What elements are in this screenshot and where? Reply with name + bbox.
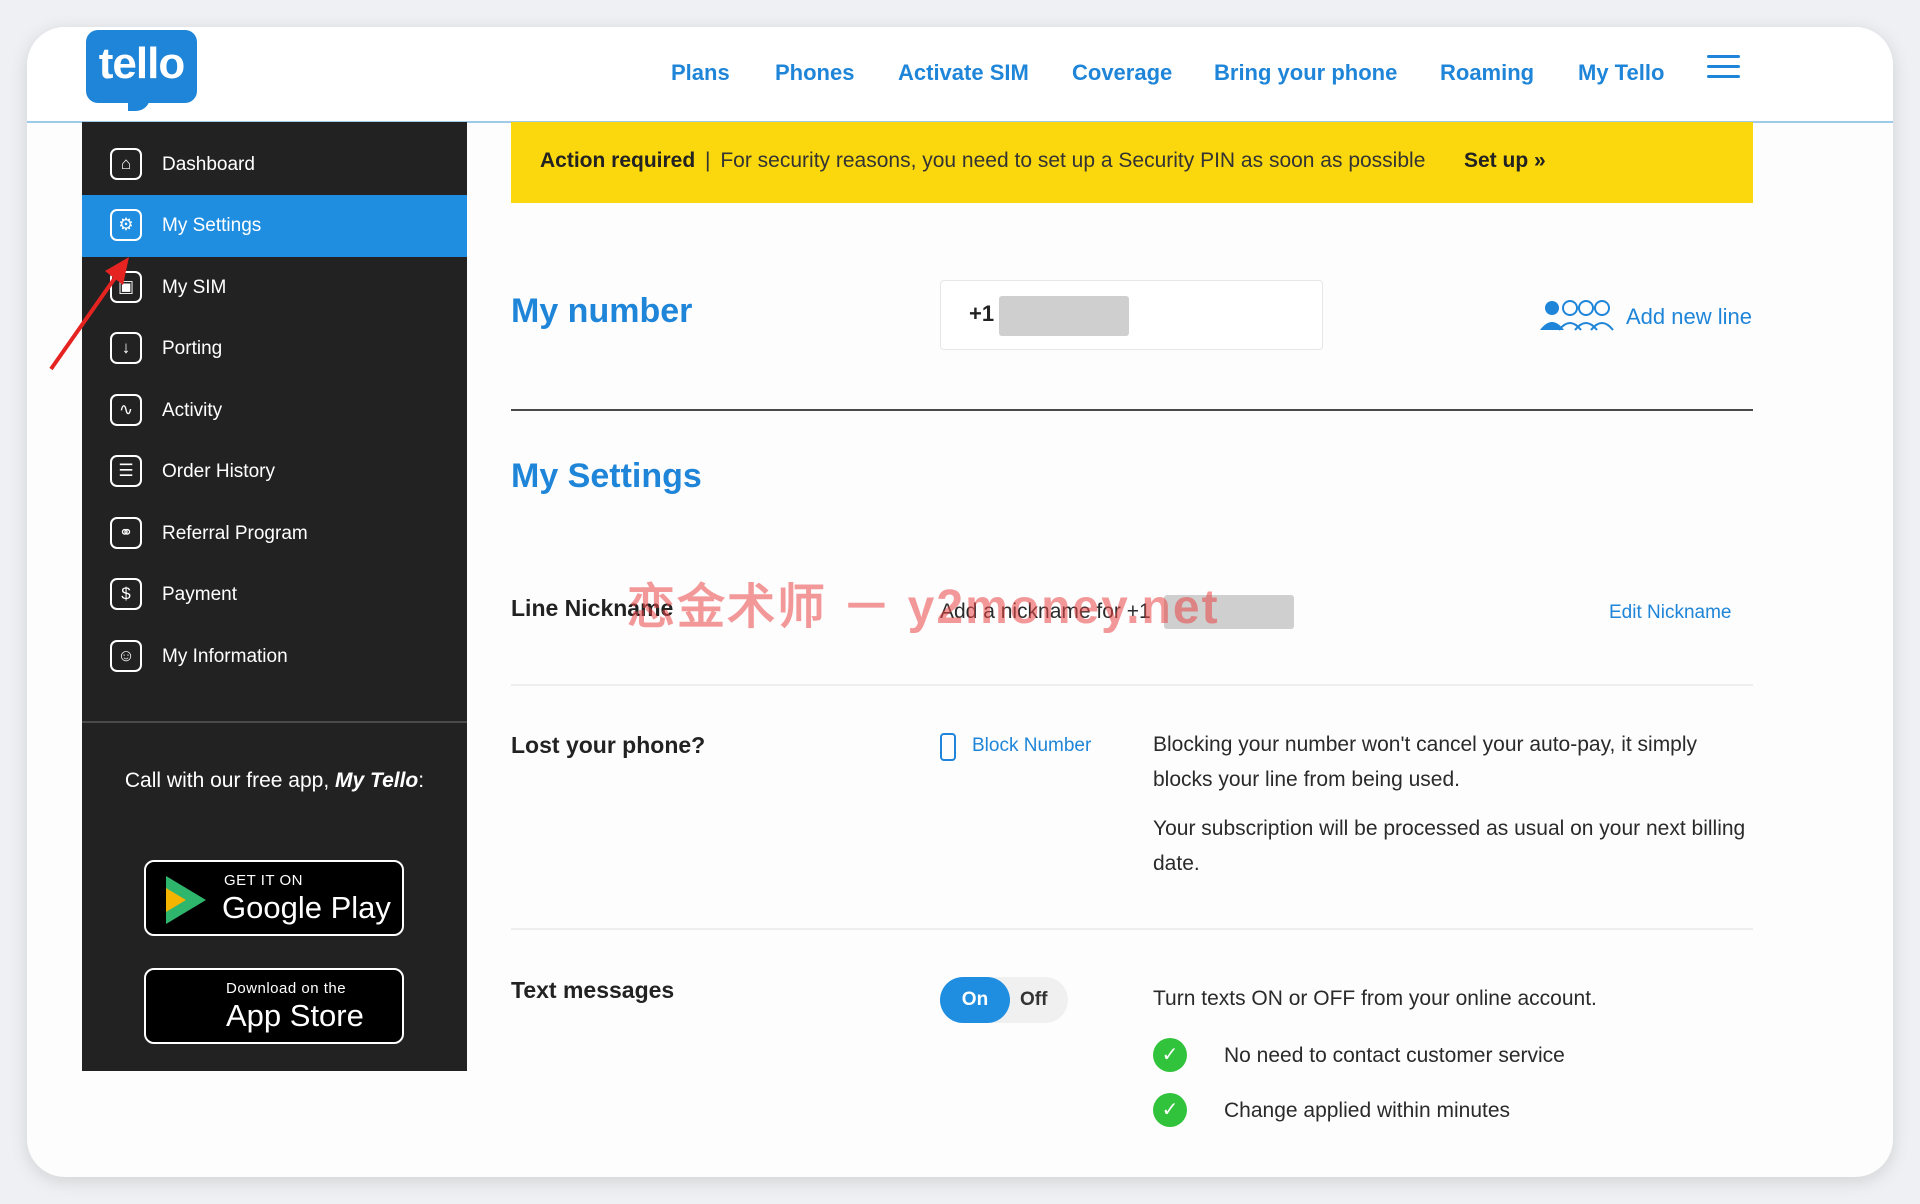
app-store-big-text: App Store: [226, 998, 364, 1033]
referral-icon: ⚭: [110, 517, 142, 549]
nav-roaming[interactable]: Roaming: [1440, 53, 1534, 93]
setup-pin-link[interactable]: Set up »: [1464, 149, 1546, 173]
nav-plans[interactable]: Plans: [671, 53, 730, 93]
sidebar-item-label: Dashboard: [162, 154, 255, 175]
google-play-button[interactable]: GET IT ON Google Play: [144, 860, 404, 936]
action-required-banner: Action required | For security reasons, …: [511, 122, 1753, 203]
main-nav: Plans Phones Activate SIM Coverage Bring…: [27, 53, 1893, 93]
settings-icon: ⚙: [110, 209, 142, 241]
check-circle-icon: ✓: [1153, 1093, 1187, 1127]
sidebar-item-label: Order History: [162, 461, 275, 482]
user-icon: ☺: [110, 640, 142, 672]
toggle-off-option[interactable]: Off: [1020, 977, 1047, 1023]
promo-prefix: Call with our free app,: [124, 769, 330, 792]
nav-bring-your-phone[interactable]: Bring your phone: [1214, 53, 1397, 93]
dashboard-icon: ⌂: [110, 148, 142, 180]
sidebar-item-label: Porting: [162, 338, 223, 359]
google-play-big-text: Google Play: [222, 890, 391, 925]
phone-number-display: +1: [940, 280, 1323, 350]
add-new-line-label: Add new line: [1626, 304, 1752, 329]
phone-icon: [940, 733, 956, 761]
promo-suffix: :: [418, 769, 425, 792]
my-settings-title: My Settings: [511, 457, 702, 495]
red-annotation-arrow: [49, 257, 129, 371]
block-number-link[interactable]: Block Number: [972, 735, 1091, 757]
multiple-users-icon: [1540, 300, 1614, 331]
promo-app-name: My Tello: [335, 769, 419, 792]
sidebar-divider: [82, 721, 467, 723]
nav-phones[interactable]: Phones: [775, 53, 854, 93]
sidebar-item-label: Referral Program: [162, 523, 308, 544]
banner-title: Action required: [540, 149, 696, 172]
redacted-number: [999, 296, 1129, 336]
banner-message: For security reasons, you need to set up…: [720, 149, 1426, 172]
sidebar-item-label: My SIM: [162, 277, 227, 298]
browser-window: tello Plans Phones Activate SIM Coverage…: [27, 27, 1893, 1177]
text-messages-desc: Turn texts ON or OFF from your online ac…: [1153, 987, 1597, 1010]
app-store-small-text: Download on the: [226, 980, 347, 997]
sidebar-item-my-settings[interactable]: ⚙ My Settings: [82, 195, 467, 257]
watermark-text: 恋金术师 － y2money.net: [627, 581, 1220, 634]
logo-tail-decoration: [128, 97, 150, 111]
app-store-button[interactable]: Download on the App Store: [144, 968, 404, 1044]
sidebar-item-dashboard[interactable]: ⌂ Dashboard: [82, 134, 467, 196]
lost-phone-label: Lost your phone?: [511, 732, 706, 758]
account-sidebar: ⌂ Dashboard ⚙ My Settings ▣ My SIM ↓ Por…: [82, 122, 467, 1071]
toggle-on-option[interactable]: On: [940, 977, 1010, 1023]
sidebar-item-referral-program[interactable]: ⚭ Referral Program: [82, 503, 467, 565]
sidebar-item-porting[interactable]: ↓ Porting: [82, 318, 467, 380]
sidebar-item-label: Activity: [162, 400, 223, 421]
site-header: tello Plans Phones Activate SIM Coverage…: [27, 27, 1893, 123]
block-number-desc: Blocking your number won't cancel your a…: [1153, 733, 1698, 791]
row-divider: [511, 684, 1753, 686]
google-play-small-text: GET IT ON: [224, 872, 303, 889]
sidebar-item-my-information[interactable]: ☺ My Information: [82, 626, 467, 688]
sidebar-item-payment[interactable]: $ Payment: [82, 564, 467, 626]
row-divider: [511, 928, 1753, 930]
nav-coverage[interactable]: Coverage: [1072, 53, 1172, 93]
app-promo-text: Call with our free app, My Tello:: [82, 769, 467, 793]
sidebar-item-label: Payment: [162, 584, 237, 605]
edit-nickname-link[interactable]: Edit Nickname: [1609, 602, 1732, 624]
banner-separator: |: [705, 149, 711, 172]
sidebar-item-order-history[interactable]: ☰ Order History: [82, 441, 467, 503]
benefit-item: No need to contact customer service: [1224, 1044, 1565, 1067]
country-code: +1: [969, 301, 995, 326]
sidebar-item-my-sim[interactable]: ▣ My SIM: [82, 257, 467, 319]
order-history-icon: ☰: [110, 455, 142, 487]
hamburger-menu-icon[interactable]: [1707, 55, 1740, 79]
section-divider: [511, 409, 1753, 411]
nav-activate-sim[interactable]: Activate SIM: [898, 53, 1029, 93]
add-new-line-button[interactable]: Add new line: [1540, 298, 1780, 338]
google-play-icon-accent: [166, 888, 186, 912]
text-messages-label: Text messages: [511, 977, 675, 1003]
sidebar-item-label: My Information: [162, 646, 288, 667]
text-messages-toggle[interactable]: On Off: [940, 977, 1068, 1023]
payment-icon: $: [110, 578, 142, 610]
check-circle-icon: ✓: [1153, 1038, 1187, 1072]
my-number-title: My number: [511, 292, 693, 330]
subscription-desc: Your subscription will be processed as u…: [1153, 817, 1746, 875]
sidebar-item-label: My Settings: [162, 215, 262, 236]
nav-my-tello[interactable]: My Tello: [1578, 53, 1664, 93]
activity-icon: ∿: [110, 394, 142, 426]
sidebar-item-activity[interactable]: ∿ Activity: [82, 380, 467, 442]
banner-text: Action required | For security reasons, …: [540, 149, 1425, 173]
benefit-item: Change applied within minutes: [1224, 1099, 1511, 1122]
